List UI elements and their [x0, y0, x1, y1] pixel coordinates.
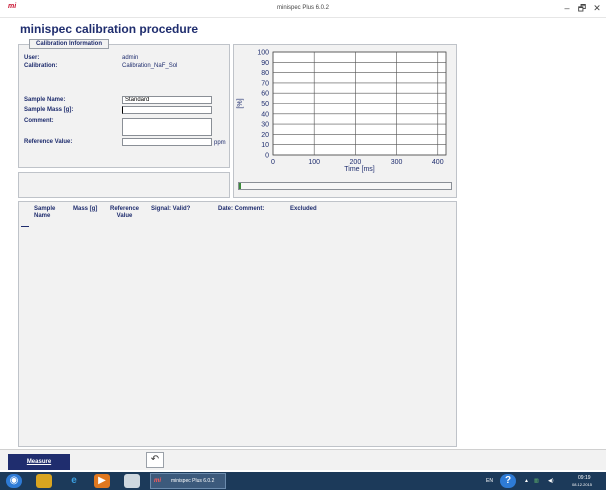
- calibration-value: Calibration_NaF_Sol: [122, 63, 178, 69]
- y-tick-label: 0: [265, 153, 269, 160]
- calculator-icon[interactable]: [124, 474, 140, 488]
- column-header[interactable]: Signal: Valid?: [151, 206, 190, 213]
- comment-label: Comment:: [24, 118, 54, 124]
- window-titlebar: mi minispec Plus 6.0.2 – 🗗 ✕: [0, 0, 606, 18]
- close-button[interactable]: ✕: [590, 2, 604, 14]
- comment-input[interactable]: [122, 118, 212, 136]
- x-tick-label: 200: [350, 159, 362, 166]
- media-player-icon[interactable]: ▶: [94, 474, 110, 488]
- column-header[interactable]: Reference Value: [110, 206, 139, 220]
- y-tick-label: 100: [257, 50, 269, 57]
- y-tick-label: 70: [261, 80, 269, 87]
- help-icon[interactable]: ?: [500, 474, 516, 488]
- language-indicator[interactable]: EN: [486, 478, 493, 484]
- measure-button[interactable]: Measure: [8, 454, 70, 470]
- x-axis-label: Time [ms]: [344, 166, 375, 173]
- user-label: User:: [24, 55, 40, 61]
- volume-icon[interactable]: ◀): [548, 478, 554, 484]
- sample-name-label: Sample Name:: [24, 97, 66, 103]
- y-tick-label: 80: [261, 70, 269, 77]
- maximize-button[interactable]: 🗗: [575, 2, 589, 14]
- sample-name-input[interactable]: [122, 96, 212, 104]
- tray-date[interactable]: 08.12.2015: [572, 482, 592, 487]
- reference-unit: ppm: [214, 140, 226, 146]
- column-header[interactable]: Sample Name: [34, 206, 55, 220]
- x-tick-label: 0: [271, 159, 275, 166]
- y-tick-label: 20: [261, 132, 269, 139]
- status-panel: [18, 172, 230, 198]
- taskbar-app-logo: mi: [154, 478, 162, 484]
- x-tick-label: 100: [308, 159, 320, 166]
- measurement-progress-bar: [238, 182, 452, 190]
- measurement-progress-fill: [239, 183, 242, 189]
- table-row-marker: [21, 226, 29, 227]
- tray-time[interactable]: 09:19: [578, 475, 591, 481]
- file-explorer-icon[interactable]: [36, 474, 52, 488]
- user-value: admin: [122, 55, 139, 61]
- sample-mass-label: Sample Mass [g]:: [24, 107, 74, 113]
- y-tick-label: 90: [261, 60, 269, 67]
- internet-explorer-icon[interactable]: e: [66, 474, 82, 488]
- y-tick-label: 60: [261, 91, 269, 98]
- undo-button[interactable]: ↶: [146, 452, 164, 468]
- y-tick-label: 30: [261, 122, 269, 129]
- y-axis-label: [%]: [237, 98, 244, 108]
- y-tick-label: 50: [261, 101, 269, 108]
- taskbar-app-label: minispec Plus 6.0.2: [171, 478, 215, 484]
- sample-mass-input[interactable]: [122, 106, 212, 114]
- network-icon[interactable]: ▥: [534, 478, 539, 484]
- column-header[interactable]: Date: Comment:: [218, 206, 264, 213]
- reference-value-input[interactable]: [122, 138, 212, 146]
- start-button[interactable]: ◉: [6, 474, 22, 488]
- taskbar-app-minispec[interactable]: mi minispec Plus 6.0.2: [150, 473, 226, 489]
- tray-expand-icon[interactable]: ▲: [524, 478, 529, 484]
- window-title: minispec Plus 6.0.2: [276, 5, 330, 11]
- calibration-info-group-label: Calibration Information: [29, 39, 109, 49]
- command-bar: [0, 449, 606, 470]
- y-tick-label: 10: [261, 142, 269, 149]
- x-tick-label: 400: [432, 159, 444, 166]
- y-tick-label: 40: [261, 111, 269, 118]
- column-header[interactable]: Excluded: [290, 206, 317, 213]
- x-tick-label: 300: [391, 159, 403, 166]
- reference-value-label: Reference Value:: [24, 139, 73, 145]
- results-table-panel: [18, 201, 457, 447]
- page-title: minispec calibration procedure: [20, 22, 199, 36]
- minimize-button[interactable]: –: [560, 2, 574, 14]
- calibration-label: Calibration:: [24, 63, 58, 69]
- signal-chart: 0 10 20 30 40 50 60 70 80 90 100 0 100 200 300 400 Time …: [237, 50, 447, 173]
- os-taskbar: ◉ e ▶ mi minispec Plus 6.0.2 EN ? ▲ ▥ ◀)…: [0, 472, 606, 490]
- column-header[interactable]: Mass [g]: [73, 206, 97, 213]
